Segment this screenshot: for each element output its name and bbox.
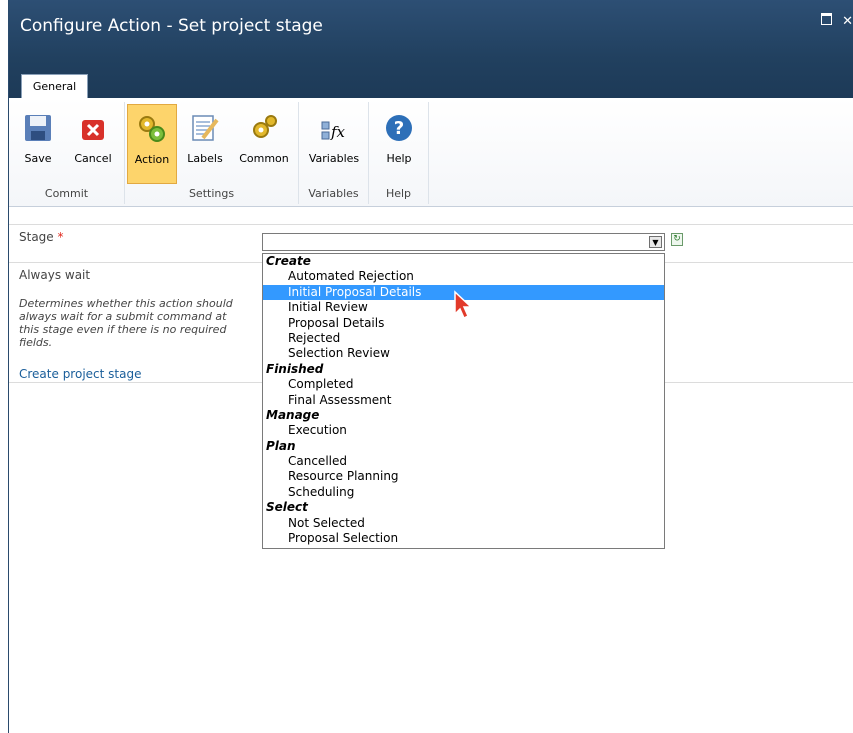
cancel-label: Cancel (74, 152, 112, 165)
always-wait-description: Determines whether this action should al… (19, 297, 233, 349)
dropdown-option[interactable]: Scheduling (263, 485, 664, 500)
dropdown-group-header: Select (266, 500, 308, 515)
action-button[interactable]: Action (127, 104, 177, 184)
refresh-icon[interactable]: ↻ (671, 233, 683, 246)
dropdown-option[interactable]: Proposal Selection (263, 531, 664, 546)
title-bar: Configure Action - Set project stage ✕ G… (9, 0, 853, 98)
always-wait-label: Always wait (19, 268, 91, 282)
question-icon: ? (386, 115, 412, 141)
svg-text:?: ? (394, 118, 404, 139)
ribbon-group-commit: Save Cancel Commit (9, 102, 125, 204)
mouse-cursor-icon (454, 290, 473, 320)
variables-button[interactable]: fx Variables (303, 104, 365, 184)
dropdown-group-header: Manage (266, 407, 320, 422)
cancel-button[interactable]: Cancel (67, 104, 119, 184)
ribbon-group-help: ? Help Help (369, 102, 429, 204)
dropdown-option[interactable]: Selection Review (263, 346, 664, 361)
dropdown-option[interactable]: Rejected (263, 331, 664, 346)
dropdown-option[interactable]: Resource Planning (263, 469, 664, 484)
gears-icon (139, 116, 165, 142)
stage-field-label: Stage * (19, 230, 64, 244)
ribbon-group-settings: Action Labels Common Settings (125, 102, 299, 204)
save-button[interactable]: Save (13, 104, 63, 184)
variables-label: Variables (308, 152, 360, 165)
chevron-down-icon[interactable]: ▼ (649, 236, 662, 248)
maximize-icon[interactable] (820, 13, 832, 25)
tab-general[interactable]: General (21, 74, 88, 98)
create-project-stage-link[interactable]: Create project stage (19, 367, 141, 381)
notepad-icon (192, 115, 219, 141)
dropdown-option[interactable]: Automated Rejection (263, 269, 664, 284)
stage-label-text: Stage (19, 230, 54, 244)
dropdown-group-header: Plan (266, 438, 296, 453)
dropdown-option[interactable]: Execution (263, 423, 664, 438)
window-controls: ✕ (815, 13, 853, 29)
help-label: Help (386, 152, 412, 165)
dropdown-option[interactable]: Final Assessment (263, 393, 664, 408)
red-x-icon (82, 120, 104, 140)
labels-label: Labels (187, 152, 223, 165)
form-divider-top (9, 224, 853, 226)
common-label: Common (239, 152, 289, 165)
dropdown-group-header: Create (266, 254, 311, 268)
dropdown-option[interactable]: Not Selected (263, 516, 664, 531)
stage-select[interactable]: ▼ (262, 233, 665, 251)
required-marker: * (57, 230, 64, 244)
ribbon-group-variables: fx Variables Variables (299, 102, 369, 204)
svg-text:fx: fx (330, 123, 346, 141)
labels-button[interactable]: Labels (181, 104, 229, 184)
ribbon-group-label-settings: Settings (188, 187, 235, 200)
gear-icon (253, 115, 277, 138)
ribbon-group-label-commit: Commit (44, 187, 89, 200)
fx-icon: fx (321, 121, 346, 141)
floppy-disk-icon (25, 115, 51, 141)
common-button[interactable]: Common (233, 104, 295, 184)
close-icon[interactable]: ✕ (842, 14, 853, 29)
dialog-title: Configure Action - Set project stage (20, 16, 323, 36)
help-button[interactable]: ? Help (375, 104, 423, 184)
dropdown-option[interactable]: Completed (263, 377, 664, 392)
ribbon: Save Cancel Commit Action Labels Common … (9, 98, 853, 207)
ribbon-group-label-help: Help (385, 187, 412, 200)
dropdown-group-header: Finished (266, 361, 324, 376)
save-label: Save (24, 152, 52, 165)
configure-action-dialog: Configure Action - Set project stage ✕ G… (8, 0, 853, 733)
dropdown-option[interactable]: Cancelled (263, 454, 664, 469)
action-label: Action (134, 153, 170, 166)
ribbon-group-label-variables: Variables (308, 187, 359, 200)
